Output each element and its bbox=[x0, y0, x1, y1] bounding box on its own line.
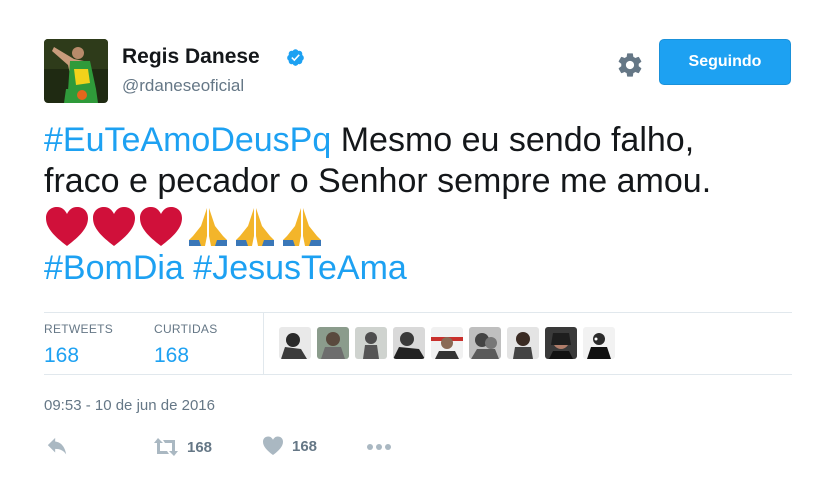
liker-avatar[interactable] bbox=[545, 327, 577, 359]
liker-avatar[interactable] bbox=[279, 327, 311, 359]
hashtag-bom-dia[interactable]: #BomDia bbox=[44, 249, 184, 287]
liker-avatar[interactable] bbox=[507, 327, 539, 359]
profile-avatar[interactable] bbox=[44, 39, 108, 103]
retweet-button[interactable]: 168 bbox=[153, 436, 212, 458]
tweet-line-1: #EuTeAmoDeusPq Mesmo eu sendo falho, bbox=[44, 120, 804, 161]
liker-avatar[interactable] bbox=[431, 327, 463, 359]
tweet-line-2: fraco e pecador o Senhor sempre me amou. bbox=[44, 162, 712, 200]
tweet-text: #EuTeAmoDeusPq Mesmo eu sendo falho, fra… bbox=[44, 120, 804, 289]
liker-avatar[interactable] bbox=[317, 327, 349, 359]
liker-avatar[interactable] bbox=[469, 327, 501, 359]
liker-avatar[interactable] bbox=[355, 327, 387, 359]
tweet-card: Regis Danese @rdaneseoficial Seguindo #E… bbox=[0, 0, 840, 500]
gear-icon[interactable] bbox=[616, 51, 644, 79]
divider-bottom bbox=[44, 374, 792, 375]
tweet-timestamp[interactable]: 09:53 - 10 de jun de 2016 bbox=[44, 397, 215, 414]
tweet-line-1-text: Mesmo eu sendo falho, bbox=[331, 121, 695, 159]
likes-count[interactable]: 168 bbox=[154, 344, 218, 368]
folded-hands-icon bbox=[189, 208, 227, 246]
like-button[interactable]: 168 bbox=[262, 436, 317, 456]
stats-separator bbox=[263, 312, 264, 374]
likes-stat[interactable]: CURTIDAS 168 bbox=[154, 322, 218, 368]
verified-badge-icon bbox=[287, 49, 304, 66]
user-handle[interactable]: @rdaneseoficial bbox=[122, 76, 244, 96]
more-options-button[interactable] bbox=[365, 436, 393, 458]
red-heart-icon bbox=[140, 207, 182, 246]
following-button[interactable]: Seguindo bbox=[659, 39, 791, 85]
emoji-row bbox=[44, 204, 804, 250]
display-name[interactable]: Regis Danese bbox=[122, 45, 260, 69]
red-heart-icon bbox=[93, 207, 135, 246]
tweet-line-hashtags: #BomDia #JesusTeAma bbox=[44, 248, 804, 289]
likes-label: CURTIDAS bbox=[154, 322, 218, 336]
heart-icon bbox=[263, 436, 283, 456]
reply-icon bbox=[47, 437, 67, 455]
more-dots-icon bbox=[367, 444, 391, 450]
retweets-stat[interactable]: RETWEETS 168 bbox=[44, 322, 113, 368]
red-heart-icon bbox=[46, 207, 88, 246]
liker-avatar[interactable] bbox=[393, 327, 425, 359]
folded-hands-icon bbox=[283, 208, 321, 246]
reply-button[interactable] bbox=[46, 436, 68, 458]
retweet-action-count: 168 bbox=[187, 438, 213, 456]
folded-hands-icon bbox=[236, 208, 274, 246]
hashtag-eu-te-amo-deus-pq[interactable]: #EuTeAmoDeusPq bbox=[44, 121, 331, 159]
retweets-count[interactable]: 168 bbox=[44, 344, 113, 368]
liker-avatar[interactable] bbox=[583, 327, 615, 359]
hashtag-jesus-te-ama[interactable]: #JesusTeAma bbox=[193, 249, 407, 287]
divider-top bbox=[44, 312, 792, 313]
retweet-icon bbox=[154, 438, 178, 456]
retweets-label: RETWEETS bbox=[44, 322, 114, 336]
like-action-count: 168 bbox=[292, 437, 318, 455]
likers-avatars bbox=[279, 327, 621, 359]
